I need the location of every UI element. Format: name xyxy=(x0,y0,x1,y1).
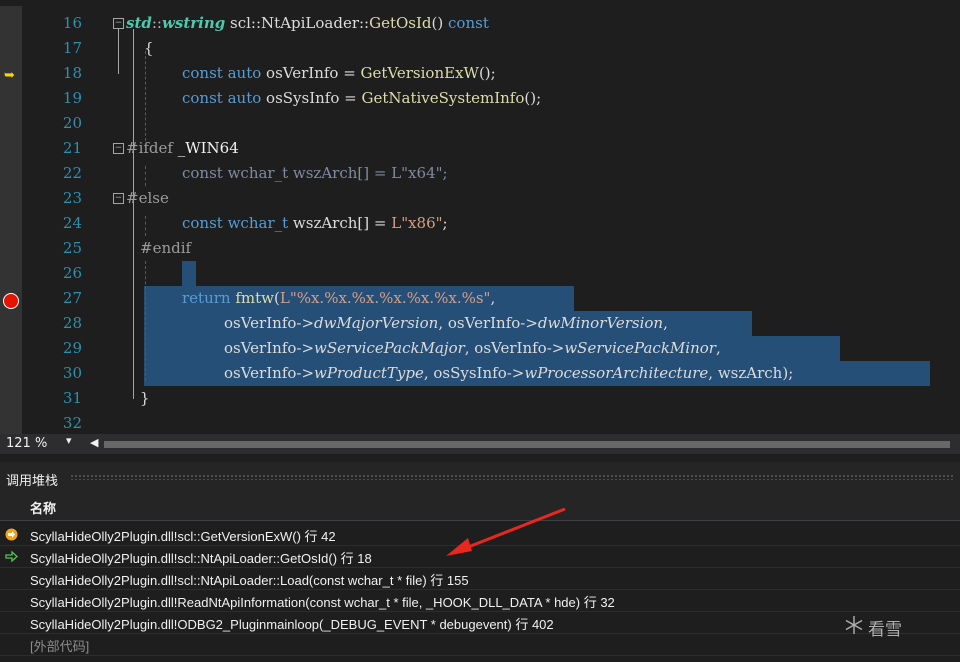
annotation-arrow-icon xyxy=(446,507,566,556)
watermark-text: 看雪 xyxy=(868,620,902,640)
visual-studio-window: ➥ 16 17 18 19 20 21 22 23 24 25 26 27 28… xyxy=(0,0,960,662)
snowflake-icon xyxy=(845,616,863,634)
